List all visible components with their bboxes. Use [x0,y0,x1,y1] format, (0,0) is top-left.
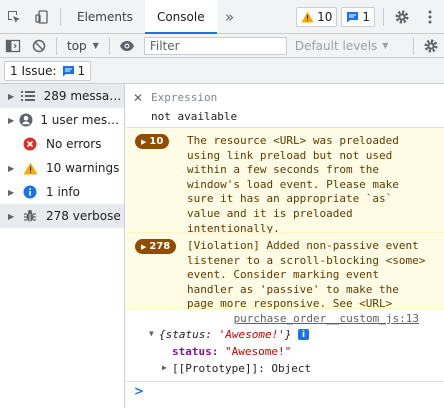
log-source-line: purchase_order__custom_js:13 [126,309,444,327]
logged-object-summary[interactable]: ▼ {status: 'Awesome!'} i [126,327,444,344]
separator [60,7,61,26]
tab-console[interactable]: Console [144,0,217,34]
console-settings-gear-icon[interactable] [418,34,444,58]
sidebar-item-label: No errors [46,137,102,151]
more-tabs-button[interactable]: » [217,0,243,34]
message-icon [62,65,74,76]
warning-text: The resource <URL> was preloaded using l… [187,134,399,235]
separator [56,36,57,55]
filter-input[interactable] [143,36,287,55]
clear-console-icon[interactable] [26,34,52,58]
object-property-status: status: "Awesome!" [126,344,444,361]
expand-arrow-icon: ▶ [8,187,15,197]
warning-icon [20,162,40,175]
issues-bar: 1 Issue: 1 [0,58,444,84]
sidebar-item-errors[interactable]: No errors [0,132,124,156]
sidebar-item-info[interactable]: ▶ 1 info [0,180,124,204]
console-toolbar: top ▼ Default levels ▼ [0,34,444,58]
issues-count: 1 [77,63,86,78]
sidebar-item-label: 289 messages [43,89,124,103]
bug-icon [20,209,40,223]
list-icon [19,90,38,102]
repeat-count-badge[interactable]: ▶ 10 [135,134,170,149]
expand-triangle-icon: ▶ [141,242,147,251]
issues-button[interactable]: 1 Issue: 1 [4,60,92,81]
console-prompt[interactable]: > [126,381,444,401]
expanded-triangle-icon[interactable]: ▼ [149,329,154,338]
repeat-count: 10 [149,136,164,147]
console-warning-message: ▶ 10 The resource <URL> was preloaded us… [126,128,444,235]
sidebar-item-messages[interactable]: ▶ 289 messages [0,84,124,108]
info-icon[interactable]: i [298,329,309,340]
separator [413,36,414,55]
expression-label[interactable]: Expression [151,91,217,104]
warning-text: [Violation] Added non-passive event list… [187,239,426,311]
sidebar-item-user-messages[interactable]: ▶ 1 user messages [0,108,124,132]
repeat-count: 278 [149,241,171,252]
devtools-tab-bar: Elements Console » 10 1 [0,0,444,34]
messages-count-badge[interactable]: 1 [341,6,375,27]
close-expression-icon[interactable]: ✕ [133,91,143,105]
settings-gear-icon[interactable] [388,0,416,34]
expand-triangle-icon: ▶ [141,137,147,146]
prompt-chevron-icon: > [134,384,145,398]
prototype-label: [[Prototype]]: Object [172,362,312,375]
source-link[interactable]: purchase_order__custom_js:13 [234,312,419,325]
caret-down-icon: ▼ [382,41,389,50]
collapsed-triangle-icon[interactable]: ▶ [162,363,167,372]
levels-label: Default levels [294,38,378,53]
live-expression: ✕ Expression not available [126,84,444,128]
separator [108,36,110,55]
expand-arrow-icon: ▶ [8,163,15,173]
repeat-count-badge[interactable]: ▶ 278 [135,239,177,254]
live-expression-eye-icon[interactable] [114,34,140,58]
warnings-count: 10 [317,9,333,24]
warning-icon [301,11,314,22]
sidebar-item-label: 1 user messages [40,113,124,127]
more-options-kebab-icon[interactable] [416,0,444,34]
messages-count: 1 [362,9,370,24]
toggle-sidebar-icon[interactable] [0,34,26,58]
expand-arrow-icon: ▶ [8,91,15,101]
context-label: top [67,38,87,53]
object-prototype-row[interactable]: ▶ [[Prototype]]: Object [126,361,444,378]
expand-arrow-icon: ▶ [8,115,15,125]
expand-arrow-icon: ▶ [8,211,15,221]
separator [383,7,384,26]
property-key: status: "Awesome!" [172,345,292,358]
sidebar-item-warnings[interactable]: ▶ 10 warnings [0,156,124,180]
inspect-element-icon[interactable] [0,0,28,34]
message-icon [347,11,359,22]
console-messages: ✕ Expression not available ▶ 10 The reso… [126,84,444,408]
tab-elements[interactable]: Elements [65,0,145,34]
issues-label: 1 Issue: [10,63,57,78]
property-value: "Awesome!" [224,345,292,358]
log-levels-dropdown[interactable]: Default levels ▼ [287,34,397,58]
console-warning-message: ▶ 278 [Violation] Added non-passive even… [126,233,444,311]
sidebar-item-label: 278 verbose [46,209,121,223]
expression-value: not available [151,110,238,123]
error-icon [20,137,40,151]
info-icon [20,185,40,199]
sidebar-item-label: 1 info [46,185,80,199]
user-icon [18,113,34,127]
sidebar-item-label: 10 warnings [46,161,120,175]
console-sidebar: ▶ 289 messages ▶ 1 user messages No erro… [0,84,125,408]
device-toolbar-icon[interactable] [28,0,56,34]
warnings-count-badge[interactable]: 10 [296,6,338,27]
context-selector[interactable]: top ▼ [61,34,105,58]
caret-down-icon: ▼ [92,41,99,50]
object-preview: {status: 'Awesome!'} [159,328,292,341]
sidebar-item-verbose[interactable]: ▶ 278 verbose [0,204,124,228]
